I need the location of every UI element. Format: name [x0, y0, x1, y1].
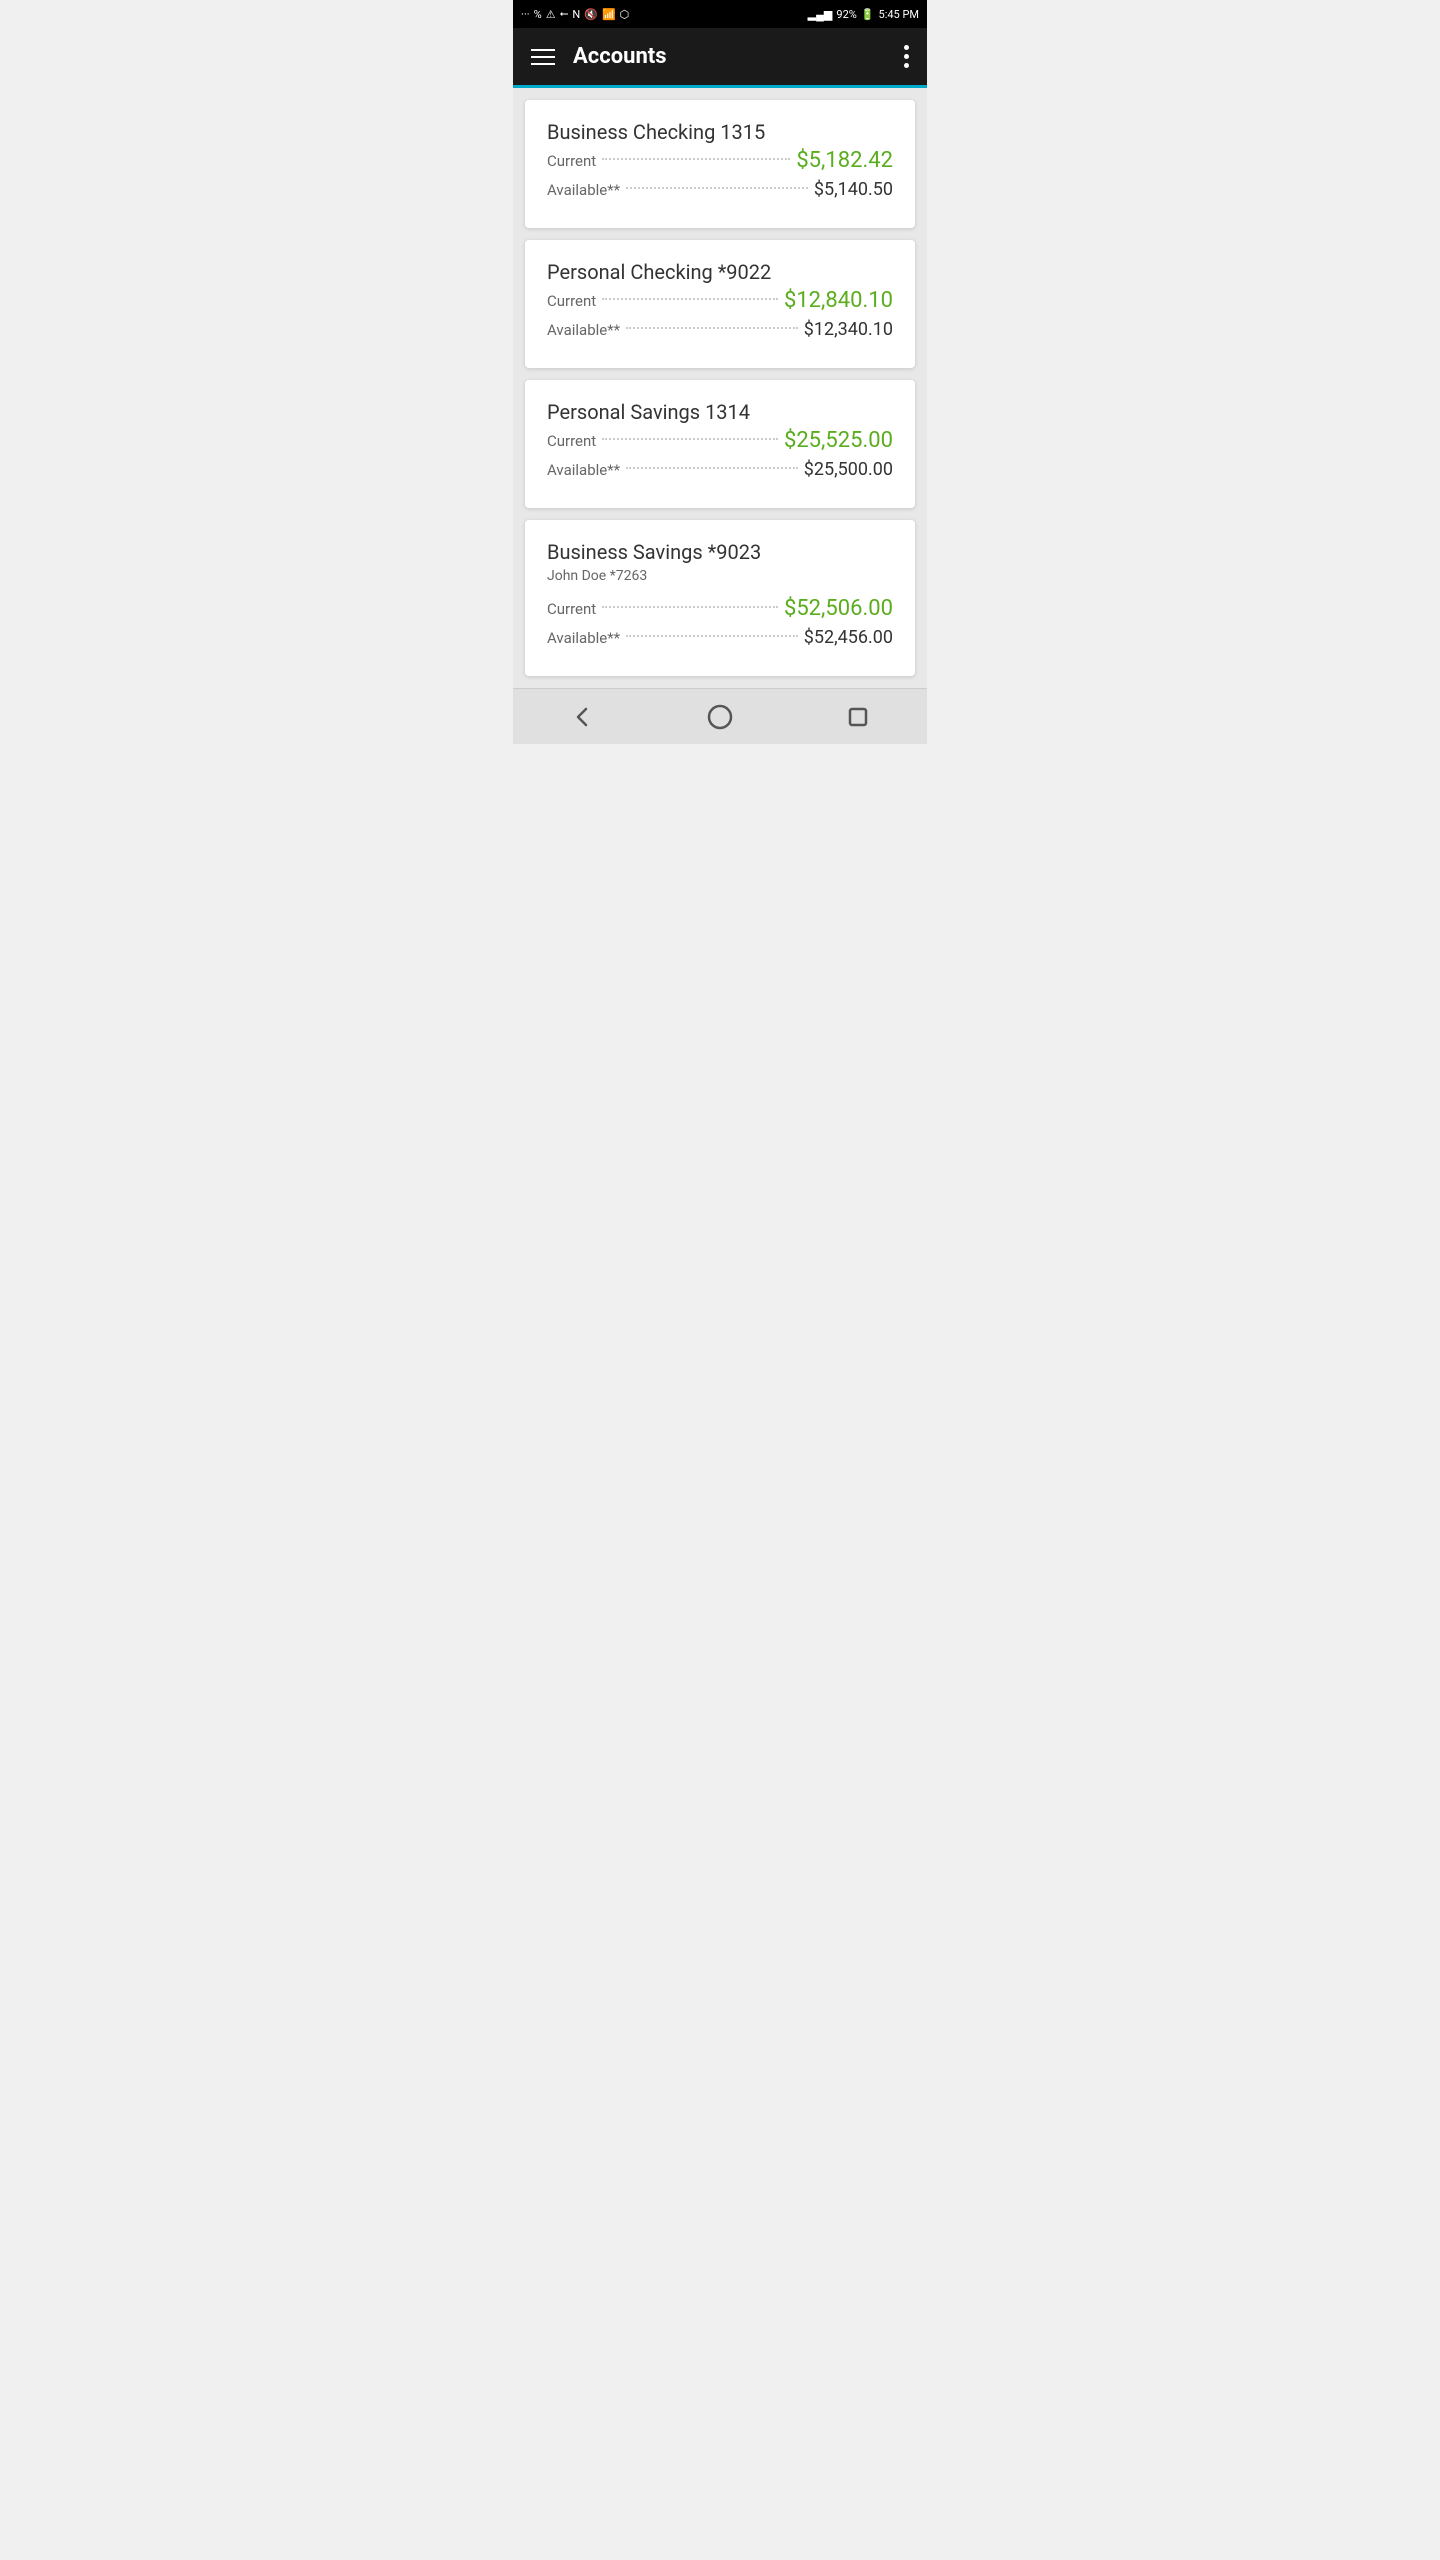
available-label-4: Available** [547, 629, 620, 647]
current-amount-2: $12,840.10 [784, 288, 893, 313]
available-balance-row-3: Available** $25,500.00 [547, 459, 893, 480]
dots-4a [602, 606, 778, 608]
header: Accounts [513, 28, 927, 88]
more-options-button[interactable] [904, 45, 909, 68]
account-name-2: Personal Checking *9022 [547, 260, 893, 284]
bluetooth-icon: ⭠ [560, 7, 569, 21]
available-amount-3: $25,500.00 [804, 459, 893, 480]
signal-icon: ▂▄▆ [808, 8, 833, 21]
current-amount-3: $25,525.00 [784, 428, 893, 453]
dots-3a [602, 438, 778, 440]
available-label-1: Available** [547, 181, 620, 199]
dots-3b [626, 467, 798, 469]
recent-apps-button[interactable] [828, 697, 888, 737]
dots-1b [626, 187, 808, 189]
current-balance-row-2: Current $12,840.10 [547, 288, 893, 313]
wifi-icon: 📶 [602, 8, 616, 21]
account-subtitle-4: John Doe *7263 [547, 568, 893, 584]
current-label-2: Current [547, 292, 596, 310]
available-balance-row-1: Available** $5,140.50 [547, 179, 893, 200]
account-name-3: Personal Savings 1314 [547, 400, 893, 424]
available-amount-4: $52,456.00 [804, 627, 893, 648]
cast-icon: ⬡ [620, 8, 630, 21]
dots-2a [602, 298, 778, 300]
status-bar: ··· % ⚠ ⭠ N 🔇 📶 ⬡ ▂▄▆ 92% 🔋 5:45 PM [513, 0, 927, 28]
status-bar-right: ▂▄▆ 92% 🔋 5:45 PM [808, 8, 919, 21]
current-balance-row-3: Current $25,525.00 [547, 428, 893, 453]
status-bar-left: ··· % ⚠ ⭠ N 🔇 📶 ⬡ [521, 7, 629, 21]
battery-icon: 🔋 [861, 8, 875, 21]
accounts-list: Business Checking 1315 Current $5,182.42… [513, 88, 927, 688]
available-label-3: Available** [547, 461, 620, 479]
dots-2b [626, 327, 798, 329]
dots-1a [602, 158, 790, 160]
account-card-2[interactable]: Personal Checking *9022 Current $12,840.… [525, 240, 915, 368]
home-button[interactable] [690, 697, 750, 737]
current-amount-1: $5,182.42 [796, 148, 893, 173]
account-card-4[interactable]: Business Savings *9023 John Doe *7263 Cu… [525, 520, 915, 676]
current-label-4: Current [547, 600, 596, 618]
page-title: Accounts [573, 44, 904, 69]
available-label-2: Available** [547, 321, 620, 339]
dots-4b [626, 635, 798, 637]
available-balance-row-4: Available** $52,456.00 [547, 627, 893, 648]
nfc-icon: N [572, 8, 580, 21]
account-name-4: Business Savings *9023 [547, 540, 893, 564]
available-amount-1: $5,140.50 [814, 179, 893, 200]
notification-dots-icon: ··· [521, 8, 530, 21]
account-card-1[interactable]: Business Checking 1315 Current $5,182.42… [525, 100, 915, 228]
mute-icon: 🔇 [584, 8, 598, 21]
account-card-3[interactable]: Personal Savings 1314 Current $25,525.00… [525, 380, 915, 508]
time: 5:45 PM [879, 8, 919, 21]
percent-icon: % [534, 8, 542, 21]
account-name-1: Business Checking 1315 [547, 120, 893, 144]
available-balance-row-2: Available** $12,340.10 [547, 319, 893, 340]
current-balance-row-4: Current $52,506.00 [547, 596, 893, 621]
bottom-nav [513, 688, 927, 744]
battery-percent: 92% [836, 8, 856, 21]
current-label-1: Current [547, 152, 596, 170]
current-amount-4: $52,506.00 [784, 596, 893, 621]
warning-icon: ⚠ [546, 8, 556, 21]
available-amount-2: $12,340.10 [804, 319, 893, 340]
back-button[interactable] [552, 697, 612, 737]
current-label-3: Current [547, 432, 596, 450]
menu-button[interactable] [531, 49, 555, 65]
current-balance-row-1: Current $5,182.42 [547, 148, 893, 173]
